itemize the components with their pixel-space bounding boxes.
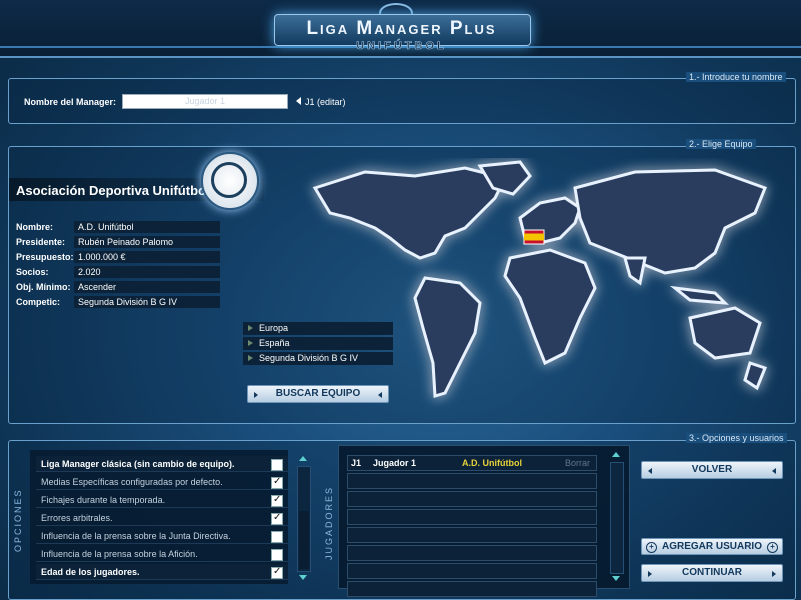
option-checkbox[interactable] <box>271 459 283 471</box>
unifutbol-emblem-icon <box>211 162 247 198</box>
option-checkbox[interactable] <box>271 494 283 507</box>
info-value-objective: Ascender <box>74 281 220 293</box>
option-checkbox[interactable] <box>271 476 283 489</box>
info-value-competition: Segunda División B G IV <box>74 296 220 308</box>
info-label-budget: Presupuesto: <box>16 252 74 262</box>
option-row[interactable]: Influencia de la prensa sobre la Junta D… <box>36 528 288 544</box>
info-label-president: Presidente: <box>16 237 66 247</box>
arrow-left-icon <box>378 392 382 398</box>
add-user-button[interactable]: + AGREGAR USUARIO + <box>641 538 783 555</box>
info-label-members: Socios: <box>16 267 49 277</box>
option-checkbox[interactable] <box>271 512 283 525</box>
nav-country[interactable]: España <box>243 337 393 350</box>
option-checkbox[interactable] <box>271 531 283 543</box>
world-map[interactable] <box>295 158 785 420</box>
app-title: Liga Manager Plus <box>306 18 497 39</box>
arrow-left-icon <box>648 468 652 474</box>
step3-label: 3.- Opciones y usuarios <box>686 433 787 443</box>
option-checkbox[interactable] <box>271 566 283 579</box>
club-name: Asociación Deportiva Unifútbol <box>16 183 210 198</box>
spain-flag-icon[interactable] <box>523 229 545 245</box>
option-row[interactable]: Medias Específicas configuradas por defe… <box>36 474 288 490</box>
plus-icon: + <box>646 542 657 553</box>
edit-arrow-icon <box>296 97 301 105</box>
empty-player-row[interactable] <box>347 491 597 507</box>
plus-icon: + <box>767 542 778 553</box>
options-vertical-label: OPCIONES <box>13 488 23 552</box>
option-checkbox[interactable] <box>271 549 283 561</box>
empty-player-row[interactable] <box>347 527 597 543</box>
back-button[interactable]: VOLVER <box>641 461 783 479</box>
option-row[interactable]: Influencia de la prensa sobre la Afición… <box>36 546 288 562</box>
step2-label: 2.- Elige Equipo <box>686 139 756 149</box>
arrow-right-icon <box>772 571 776 577</box>
manager-name-label: Nombre del Manager: <box>24 97 117 107</box>
scroll-down-icon[interactable] <box>299 575 307 580</box>
empty-player-row[interactable] <box>347 473 597 489</box>
options-scroll-thumb[interactable] <box>299 511 309 569</box>
option-row[interactable]: Fichajes durante la temporada. <box>36 492 288 508</box>
step1-label: 1.- Introduce tu nombre <box>686 72 786 82</box>
nav-league[interactable]: Segunda División B G IV <box>243 352 393 365</box>
option-row[interactable]: Liga Manager clásica (sin cambio de equi… <box>36 456 288 472</box>
arrow-right-icon <box>254 392 258 398</box>
player-name: Jugador 1 <box>373 458 417 468</box>
manager-name-input[interactable]: Jugador 1 <box>122 94 288 109</box>
info-label-name: Nombre: <box>16 222 54 232</box>
empty-player-row[interactable] <box>347 509 597 525</box>
delete-player-button[interactable]: Borrar <box>565 456 590 470</box>
add-user-label: AGREGAR USUARIO <box>661 541 762 552</box>
continue-label: CONTINUAR <box>682 567 742 578</box>
players-vertical-label: JUGADORES <box>324 485 334 560</box>
play-icon <box>248 355 253 361</box>
edit-player-link[interactable]: J1 (editar) <box>305 97 346 107</box>
info-value-members: 2.020 <box>74 266 220 278</box>
info-value-budget: 1.000.000 € <box>74 251 220 263</box>
arrow-right-icon <box>648 571 652 577</box>
option-row[interactable]: Edad de los jugadores. <box>36 564 288 580</box>
play-icon <box>248 340 253 346</box>
app-subtitle: UNIFÚTBOL <box>356 40 447 53</box>
info-value-name: A.D. Unifútbol <box>74 221 220 233</box>
info-value-president: Rubén Peinado Palomo <box>74 236 220 248</box>
continue-button[interactable]: CONTINUAR <box>641 564 783 582</box>
player-team: A.D. Unifútbol <box>462 458 522 468</box>
empty-player-row[interactable] <box>347 545 597 561</box>
empty-player-row[interactable] <box>347 581 597 597</box>
info-label-objective: Obj. Mínimo: <box>16 282 71 292</box>
players-scrollbar[interactable] <box>610 462 624 574</box>
play-icon <box>248 325 253 331</box>
back-label: VOLVER <box>691 464 733 475</box>
empty-player-row[interactable] <box>347 563 597 579</box>
nav-continent[interactable]: Europa <box>243 322 393 335</box>
scroll-up-icon[interactable] <box>299 456 307 461</box>
search-team-label: BUSCAR EQUIPO <box>275 388 361 399</box>
options-scrollbar[interactable] <box>297 466 311 572</box>
option-row[interactable]: Errores arbitrales. <box>36 510 288 526</box>
search-team-button[interactable]: BUSCAR EQUIPO <box>247 385 389 403</box>
scroll-up-icon[interactable] <box>612 452 620 457</box>
player-id: J1 <box>351 458 362 468</box>
info-label-competition: Competic: <box>16 297 61 307</box>
arrow-left-icon <box>772 468 776 474</box>
scroll-down-icon[interactable] <box>612 576 620 581</box>
